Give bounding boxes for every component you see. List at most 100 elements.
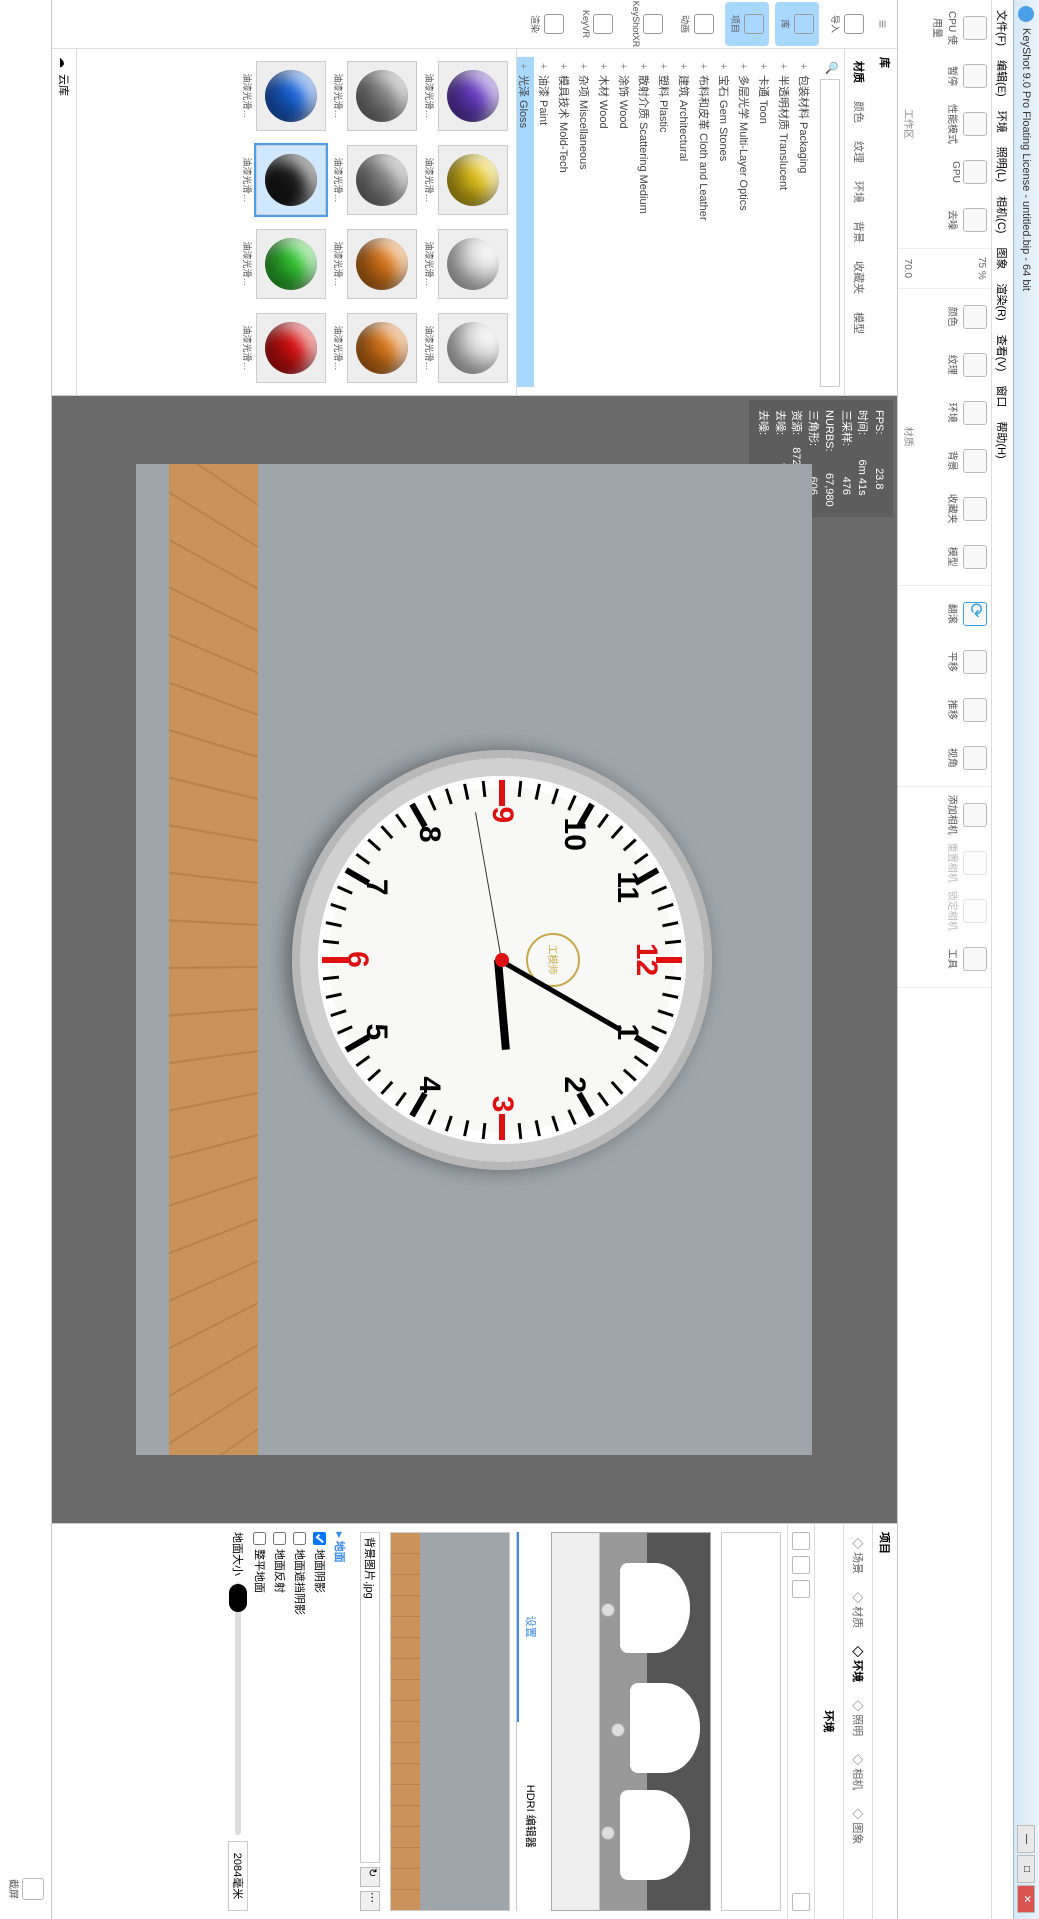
- menu-相机(C)[interactable]: 相机(C): [993, 190, 1013, 239]
- ribbon-GPU[interactable]: GPU: [947, 152, 987, 192]
- ribbon-重置相机[interactable]: 重置相机: [947, 843, 987, 883]
- lib-tab-颜色[interactable]: 颜色: [849, 97, 869, 127]
- minimize-button[interactable]: —: [1018, 1825, 1036, 1853]
- material-thumb[interactable]: 油漆光滑…: [332, 309, 417, 387]
- menu-图象[interactable]: 图象: [993, 241, 1013, 275]
- maximize-button[interactable]: □: [1018, 1855, 1036, 1883]
- tree-item[interactable]: 塑料 Plastic: [654, 57, 674, 387]
- cloud-icon[interactable]: ☁: [58, 57, 71, 68]
- hdri-bulb-2[interactable]: [611, 1723, 625, 1737]
- hdri-bulb-1[interactable]: [601, 1603, 615, 1617]
- lib-tab-模型[interactable]: 模型: [849, 308, 869, 338]
- ribbon-工具[interactable]: 工具: [947, 939, 987, 979]
- menu-环境[interactable]: 环境: [993, 105, 1013, 139]
- ground-size-value[interactable]: [228, 1841, 248, 1911]
- material-thumb[interactable]: 油漆光滑…: [423, 225, 508, 303]
- tree-item[interactable]: 宝石 Gem Stones: [714, 57, 734, 387]
- ribbon-颜色[interactable]: 颜色: [947, 297, 987, 337]
- tree-item[interactable]: 木材 Wood: [594, 57, 614, 387]
- ribbon-视角[interactable]: 视角: [947, 738, 987, 778]
- material-thumb[interactable]: 油漆光滑…: [241, 225, 326, 303]
- ribbon-锁定相机[interactable]: 锁定相机: [947, 891, 987, 931]
- material-thumb[interactable]: 油漆光滑…: [423, 309, 508, 387]
- hdri-bulb-3[interactable]: [601, 1826, 615, 1840]
- ribbon-去噪[interactable]: 去噪: [947, 200, 987, 240]
- tree-item[interactable]: 油漆 Paint: [534, 57, 554, 387]
- ribbon-环境[interactable]: 环境: [947, 393, 987, 433]
- tree-item[interactable]: 半透明材质 Translucent: [774, 57, 794, 387]
- project-tab-图象[interactable]: ◇ 图象: [848, 1802, 868, 1850]
- left-tab-动画[interactable]: 动画: [675, 2, 719, 46]
- lib-tab-材质[interactable]: 材质: [849, 57, 869, 87]
- left-tab-KeyVR[interactable]: KeyVR: [575, 2, 619, 46]
- checkbox-整平地面[interactable]: 整平地面: [250, 1532, 270, 1911]
- project-tab-环境[interactable]: ◇ 环境: [848, 1640, 868, 1688]
- tree-item[interactable]: 多层光学 Multi-Layer Optics: [734, 57, 754, 387]
- ribbon-背景[interactable]: 背景: [947, 441, 987, 481]
- screenshot-button[interactable]: 截屏: [7, 1869, 44, 1909]
- search-input[interactable]: [820, 79, 840, 387]
- material-thumb[interactable]: 油漆光滑…: [423, 57, 508, 135]
- browse-bg-button[interactable]: ⋯: [360, 1891, 380, 1911]
- close-button[interactable]: ✕: [1018, 1885, 1036, 1913]
- ground-size-slider[interactable]: [235, 1582, 241, 1835]
- environment-list[interactable]: [721, 1532, 781, 1911]
- hdri-light-3[interactable]: [620, 1790, 690, 1880]
- menu-icon[interactable]: ≡: [875, 20, 891, 28]
- menu-文件(F)[interactable]: 文件(F): [993, 4, 1013, 52]
- search-icon[interactable]: 🔍: [820, 57, 840, 79]
- tree-item[interactable]: 建筑 Architectural: [674, 57, 694, 387]
- project-tab-场景[interactable]: ◇ 场景: [848, 1532, 868, 1580]
- del-env-icon[interactable]: [792, 1580, 810, 1598]
- subtab-设置[interactable]: 设置: [517, 1532, 543, 1722]
- ribbon-暂停[interactable]: 暂停: [947, 56, 987, 96]
- material-thumb[interactable]: 油漆光滑…: [332, 225, 417, 303]
- menu-帮助(H)[interactable]: 帮助(H): [993, 415, 1013, 464]
- left-tab-渲染[interactable]: 渲染: [525, 2, 569, 46]
- checkbox-地面阴影[interactable]: 地面阴影: [310, 1532, 330, 1911]
- hdri-preview[interactable]: [551, 1532, 711, 1911]
- ribbon-性能模式[interactable]: 性能模式: [947, 104, 987, 144]
- material-thumb[interactable]: 油漆光滑…: [423, 141, 508, 219]
- tree-item[interactable]: 模具技术 Mold-Tech: [554, 57, 574, 387]
- ground-section-header[interactable]: ▸ 地面: [330, 1532, 350, 1911]
- menu-照明(L)[interactable]: 照明(L): [993, 141, 1013, 188]
- checkbox-地面遮挡阴影[interactable]: 地面遮挡阴影: [290, 1532, 310, 1911]
- tree-item[interactable]: 杂项 Miscellaneous: [574, 57, 594, 387]
- menu-查看(V)[interactable]: 查看(V): [993, 329, 1013, 378]
- lib-tab-收藏夹[interactable]: 收藏夹: [849, 257, 869, 298]
- left-tab-导入[interactable]: 导入: [825, 2, 869, 46]
- ribbon-模型[interactable]: 模型: [947, 537, 987, 577]
- project-tab-照明[interactable]: ◇ 照明: [848, 1694, 868, 1742]
- ribbon-平移[interactable]: 平移: [947, 642, 987, 682]
- hdri-light-2[interactable]: [630, 1683, 700, 1773]
- ribbon-纹理[interactable]: 纹理: [947, 345, 987, 385]
- add-env-icon[interactable]: [792, 1532, 810, 1550]
- tree-item[interactable]: 光泽 Gloss: [516, 57, 534, 387]
- lib-tab-背景[interactable]: 背景: [849, 217, 869, 247]
- project-tab-材质[interactable]: ◇ 材质: [848, 1586, 868, 1634]
- material-thumb[interactable]: 油漆光滑…: [241, 57, 326, 135]
- tree-item[interactable]: 散射介质 Scattering Medium: [634, 57, 654, 387]
- material-thumb[interactable]: 油漆光滑…: [332, 57, 417, 135]
- tree-item[interactable]: 涂饰 Wood: [614, 57, 634, 387]
- ribbon-推移[interactable]: 推移: [947, 690, 987, 730]
- left-tab-KeyShotXR[interactable]: KeyShotXR: [625, 2, 669, 46]
- material-thumb[interactable]: 油漆光滑…: [241, 141, 326, 219]
- menu-渲染(R)[interactable]: 渲染(R): [993, 277, 1013, 326]
- ribbon-收藏夹[interactable]: 收藏夹: [947, 489, 987, 529]
- tree-item[interactable]: 卡通 Toon: [754, 57, 774, 387]
- material-tree[interactable]: 包装材料 Packaging半透明材质 Translucent卡通 Toon多层…: [516, 49, 816, 395]
- subtab-HDRI 编辑器[interactable]: HDRI 编辑器: [517, 1722, 543, 1912]
- viewport[interactable]: FPS: 23.8时间: 6m 41s三采样: 476NURBS: 67,980…: [52, 396, 897, 1523]
- left-tab-库[interactable]: 库: [775, 2, 819, 46]
- menu-编辑(E)[interactable]: 编辑(E): [993, 54, 1013, 103]
- background-file-input[interactable]: [360, 1532, 380, 1863]
- background-preview[interactable]: [390, 1532, 510, 1911]
- project-tab-相机[interactable]: ◇ 相机: [848, 1748, 868, 1796]
- ribbon-添加相机[interactable]: 添加相机: [947, 795, 987, 835]
- tree-item[interactable]: 包装材料 Packaging: [794, 57, 814, 387]
- trash-icon[interactable]: [792, 1893, 810, 1911]
- material-thumb[interactable]: 油漆光滑…: [241, 309, 326, 387]
- lib-tab-环境[interactable]: 环境: [849, 177, 869, 207]
